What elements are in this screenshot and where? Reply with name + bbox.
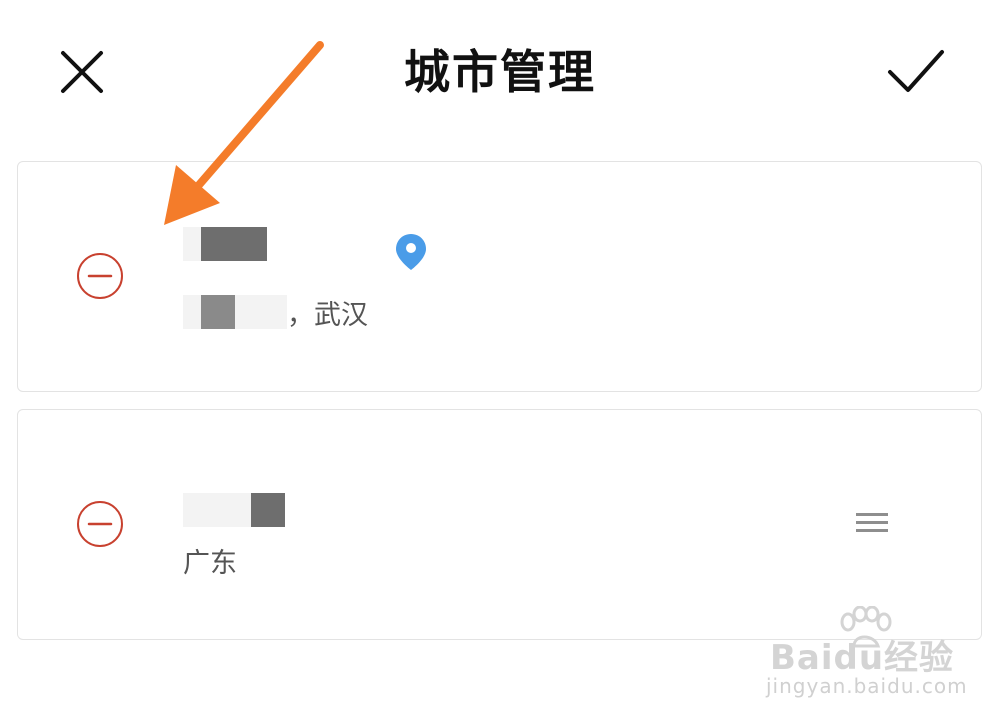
checkmark-icon xyxy=(888,50,944,92)
city-name xyxy=(183,492,285,528)
minus-circle-icon xyxy=(77,253,123,299)
remove-city-button[interactable] xyxy=(74,250,126,302)
city-name xyxy=(183,226,267,262)
page-title: 城市管理 xyxy=(404,45,596,99)
city-region-text: 广东 xyxy=(183,547,237,579)
redacted-text xyxy=(235,295,269,329)
location-pin-icon xyxy=(396,234,426,270)
redacted-text xyxy=(201,295,235,329)
redacted-text xyxy=(183,493,217,527)
city-card[interactable]: ，武汉 xyxy=(17,161,982,392)
city-card[interactable]: 广东 xyxy=(17,409,982,640)
minus-circle-icon xyxy=(77,501,123,547)
redacted-text xyxy=(217,493,251,527)
remove-city-button[interactable] xyxy=(74,498,126,550)
redacted-text xyxy=(201,227,267,261)
drag-handle[interactable] xyxy=(854,508,890,538)
confirm-button[interactable] xyxy=(884,40,948,104)
redacted-text xyxy=(251,493,285,527)
drag-handle-icon xyxy=(856,513,888,532)
redacted-text xyxy=(269,295,287,329)
redacted-text xyxy=(183,227,201,261)
close-icon xyxy=(61,51,103,93)
watermark-url: jingyan.baidu.com xyxy=(766,674,968,698)
close-button[interactable] xyxy=(50,40,114,104)
city-region: ，武汉 xyxy=(183,292,368,332)
redacted-text xyxy=(183,295,201,329)
city-management-screen: 城市管理 ，武汉 广东 Baidu经验 jingyan.baidu.com xyxy=(0,0,1000,721)
city-region-text: ，武汉 xyxy=(287,299,368,331)
city-region: 广东 xyxy=(183,540,237,580)
